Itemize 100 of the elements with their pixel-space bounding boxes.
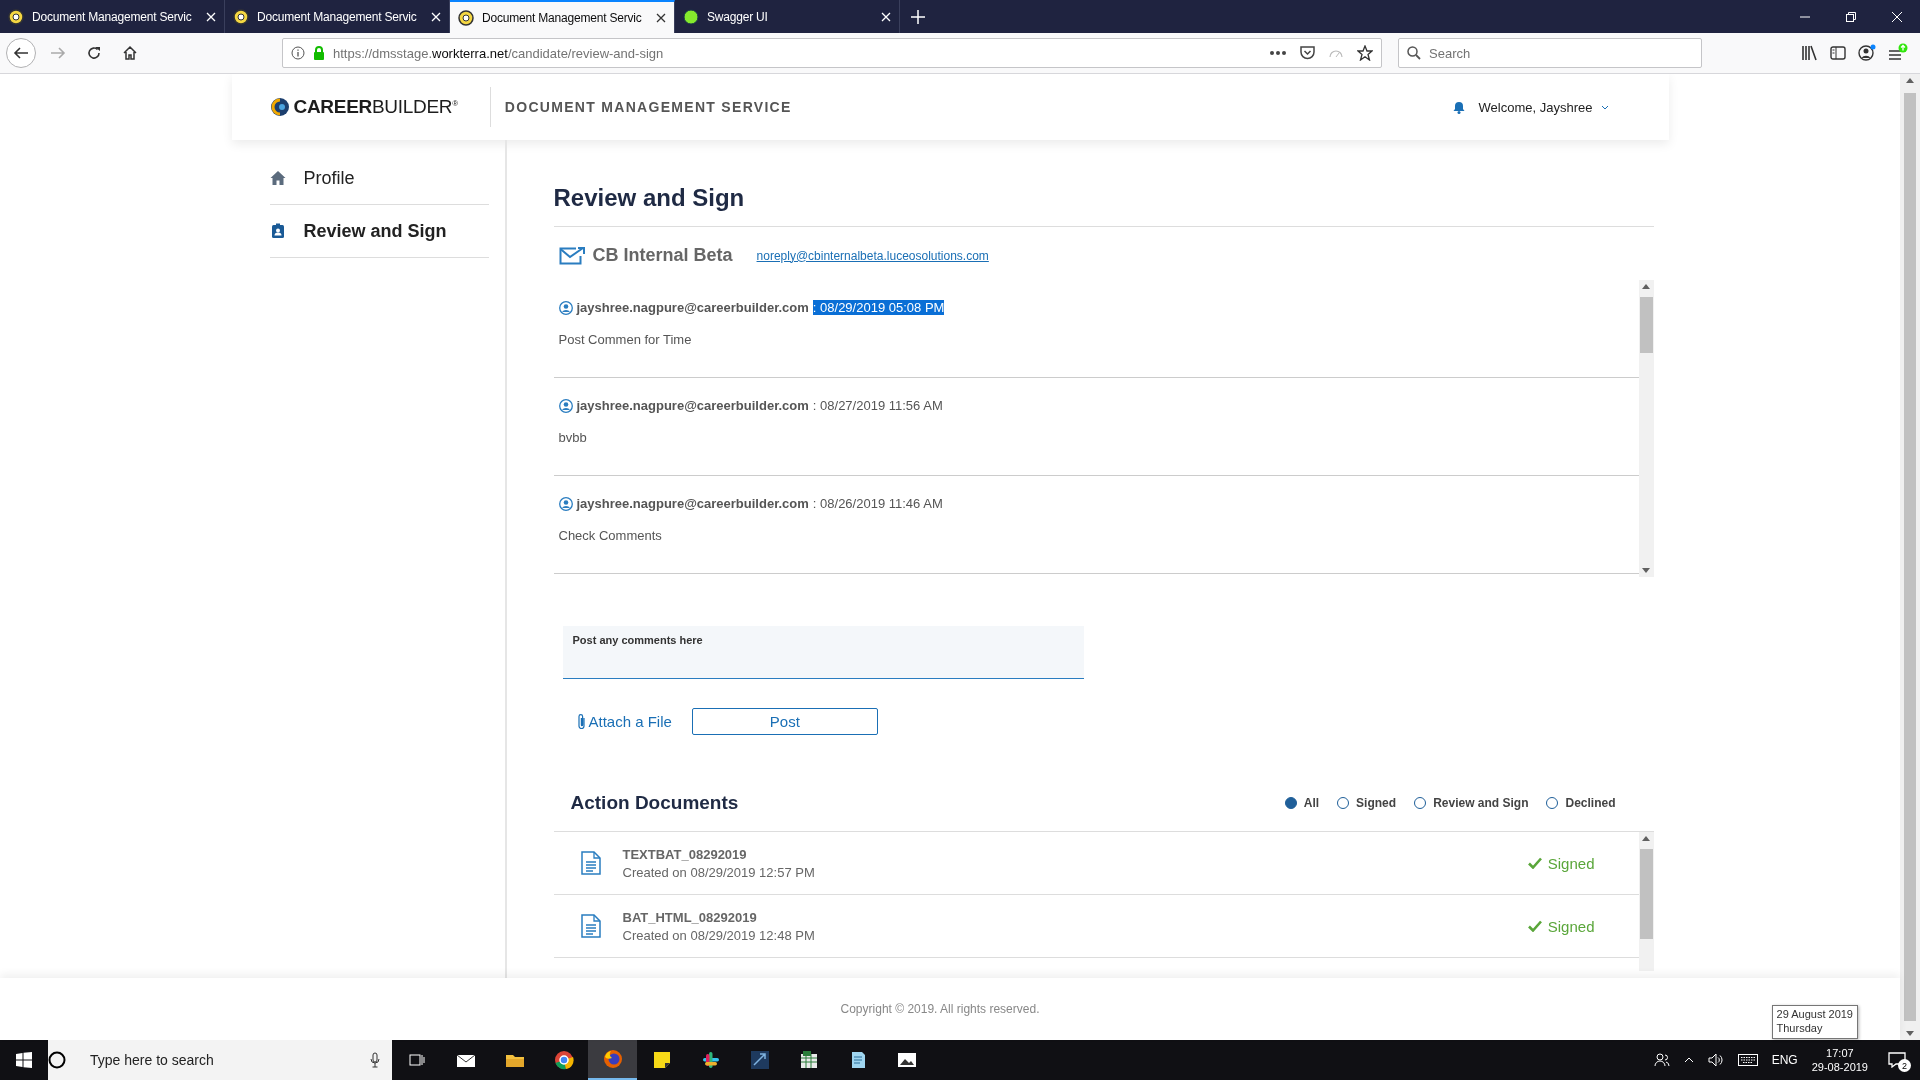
code-editor-icon[interactable] <box>749 1050 770 1070</box>
cortana-circle-icon <box>48 1051 66 1069</box>
windows-logo-icon[interactable] <box>16 1052 32 1068</box>
copyright-text: Copyright © 2019. All rights reserved. <box>840 1002 1040 1016</box>
favicon-icon <box>683 8 699 25</box>
user-avatar-icon <box>558 398 573 413</box>
sticky-note-icon[interactable] <box>651 1050 672 1070</box>
reload-icon[interactable] <box>86 45 102 61</box>
url-path: /candidate/review-and-sign <box>507 45 664 61</box>
post-button[interactable]: Post <box>691 708 878 735</box>
notification-icon[interactable] <box>1888 1052 1906 1068</box>
document-icon <box>580 914 601 938</box>
user-avatar-icon <box>558 300 573 315</box>
user-menu[interactable]: Welcome, Jayshree <box>1478 99 1609 115</box>
logo[interactable]: CAREERBUILDER$^{®}$ <box>269 96 458 118</box>
logo-mark-icon <box>269 97 290 117</box>
radio-label[interactable]: All <box>1303 796 1320 810</box>
document-status: Signed <box>1547 917 1595 935</box>
spreadsheet-icon[interactable] <box>798 1050 819 1070</box>
favicon-icon <box>458 9 474 26</box>
favicon-icon <box>233 8 249 25</box>
page-title: Review and Sign <box>553 184 1654 227</box>
padlock-icon <box>313 46 325 60</box>
radio-button[interactable] <box>1337 797 1350 809</box>
language-indicator[interactable]: ENG <box>1771 1053 1798 1067</box>
user-avatar-icon <box>558 496 573 511</box>
chevron-up-icon[interactable] <box>1683 1057 1694 1063</box>
library-icon[interactable] <box>1801 45 1818 61</box>
home-icon[interactable] <box>122 45 138 61</box>
keyboard-icon[interactable] <box>1737 1054 1758 1066</box>
radio-label[interactable]: Signed <box>1356 796 1397 810</box>
image-icon[interactable] <box>896 1050 917 1070</box>
document-icon <box>580 851 601 875</box>
firefox-icon[interactable] <box>602 1049 623 1069</box>
url-domain: workterra.net <box>432 45 508 61</box>
section-title: Action Documents <box>570 792 739 814</box>
microphone-icon[interactable] <box>370 1052 380 1068</box>
address-bar[interactable]: https://dmsstage.workterra.net/candidate/review-and-sign <box>282 38 1382 68</box>
scrollbar[interactable] <box>1638 832 1654 971</box>
restore-icon[interactable] <box>1846 11 1856 22</box>
sender-name: CB Internal Beta <box>592 245 733 266</box>
document-status: Signed <box>1547 854 1595 872</box>
comment-text: Check Comments <box>558 528 663 543</box>
search-icon <box>1407 46 1421 60</box>
gauge-icon <box>1329 48 1343 58</box>
speaker-icon[interactable] <box>1707 1053 1724 1067</box>
browser-tab[interactable]: Document Management Servic <box>450 0 675 33</box>
scrollbar[interactable] <box>1638 280 1654 577</box>
comment-author: jayshree.nagpure@careerbuilder.com <box>576 398 809 413</box>
comment-field[interactable]: Post any comments here <box>562 626 1084 679</box>
service-title: DOCUMENT MANAGEMENT SERVICE <box>504 99 792 115</box>
star-icon[interactable] <box>1357 45 1373 61</box>
checkmark-icon <box>1527 857 1542 869</box>
envelope-icon <box>558 246 585 265</box>
sidebar-item[interactable]: Review and Sign <box>269 205 489 258</box>
home-icon <box>269 170 286 186</box>
date-tooltip: 29 August 2019 Thursday <box>1771 1005 1858 1039</box>
chrome-icon[interactable] <box>553 1050 574 1070</box>
comment-text: bvbb <box>558 430 588 445</box>
pocket-icon[interactable] <box>1300 46 1315 60</box>
comment-time: : 08/29/2019 05:08 PM <box>812 300 945 315</box>
comment-text: Post Commen for Time <box>558 332 693 347</box>
comment-time: : 08/27/2019 11:56 AM <box>812 398 943 413</box>
notification-count: 2 <box>1898 1059 1911 1072</box>
taskbar-clock[interactable]: 17:07 29-08-2019 <box>1811 1045 1868 1075</box>
radio-label[interactable]: Declined <box>1565 796 1616 810</box>
radio-button[interactable] <box>1284 797 1297 809</box>
new-tab-icon[interactable] <box>911 9 925 24</box>
url-text: https://dmsstage. <box>333 45 432 61</box>
info-icon[interactable] <box>291 46 305 60</box>
comment-author: jayshree.nagpure@careerbuilder.com <box>576 300 809 315</box>
people-icon[interactable] <box>1653 1052 1670 1068</box>
checkmark-icon <box>1527 920 1542 932</box>
bell-icon[interactable] <box>1452 100 1465 114</box>
document-date: Created on 08/29/2019 12:57 PM <box>622 864 815 880</box>
close-icon[interactable] <box>656 12 666 23</box>
comment-time: : 08/26/2019 11:46 AM <box>812 496 943 511</box>
sidebar-item[interactable]: Profile <box>269 152 489 205</box>
taskbar-search-field[interactable]: Type here to search <box>48 1040 392 1080</box>
menu-icon[interactable] <box>1888 43 1908 63</box>
radio-button[interactable] <box>1414 797 1427 809</box>
comment-author: jayshree.nagpure@careerbuilder.com <box>576 496 809 511</box>
chevron-down-icon <box>1600 104 1609 110</box>
sidebar-icon[interactable] <box>1830 46 1846 60</box>
id-badge-icon <box>269 223 286 239</box>
attach-file-link[interactable]: Attach a File <box>576 712 672 731</box>
account-icon[interactable] <box>1858 44 1876 62</box>
document-name: TEXTBAT_08292019 <box>622 846 748 862</box>
radio-button[interactable] <box>1546 797 1559 809</box>
paperclip-icon <box>576 712 587 731</box>
radio-label[interactable]: Review and Sign <box>1433 796 1529 810</box>
email-link[interactable]: noreply@cbinternalbeta.luceosolutions.com <box>756 248 989 263</box>
favicon-icon <box>8 8 24 25</box>
scrollbar[interactable] <box>1900 74 1920 1040</box>
document-date: Created on 08/29/2019 12:48 PM <box>622 927 815 943</box>
search-field[interactable]: Search <box>1398 38 1702 68</box>
more-dots-icon[interactable] <box>1270 51 1286 55</box>
document-name: BAT_HTML_08292019 <box>622 909 758 925</box>
slack-icon[interactable] <box>700 1050 721 1070</box>
back-arrow-icon[interactable] <box>13 45 29 61</box>
